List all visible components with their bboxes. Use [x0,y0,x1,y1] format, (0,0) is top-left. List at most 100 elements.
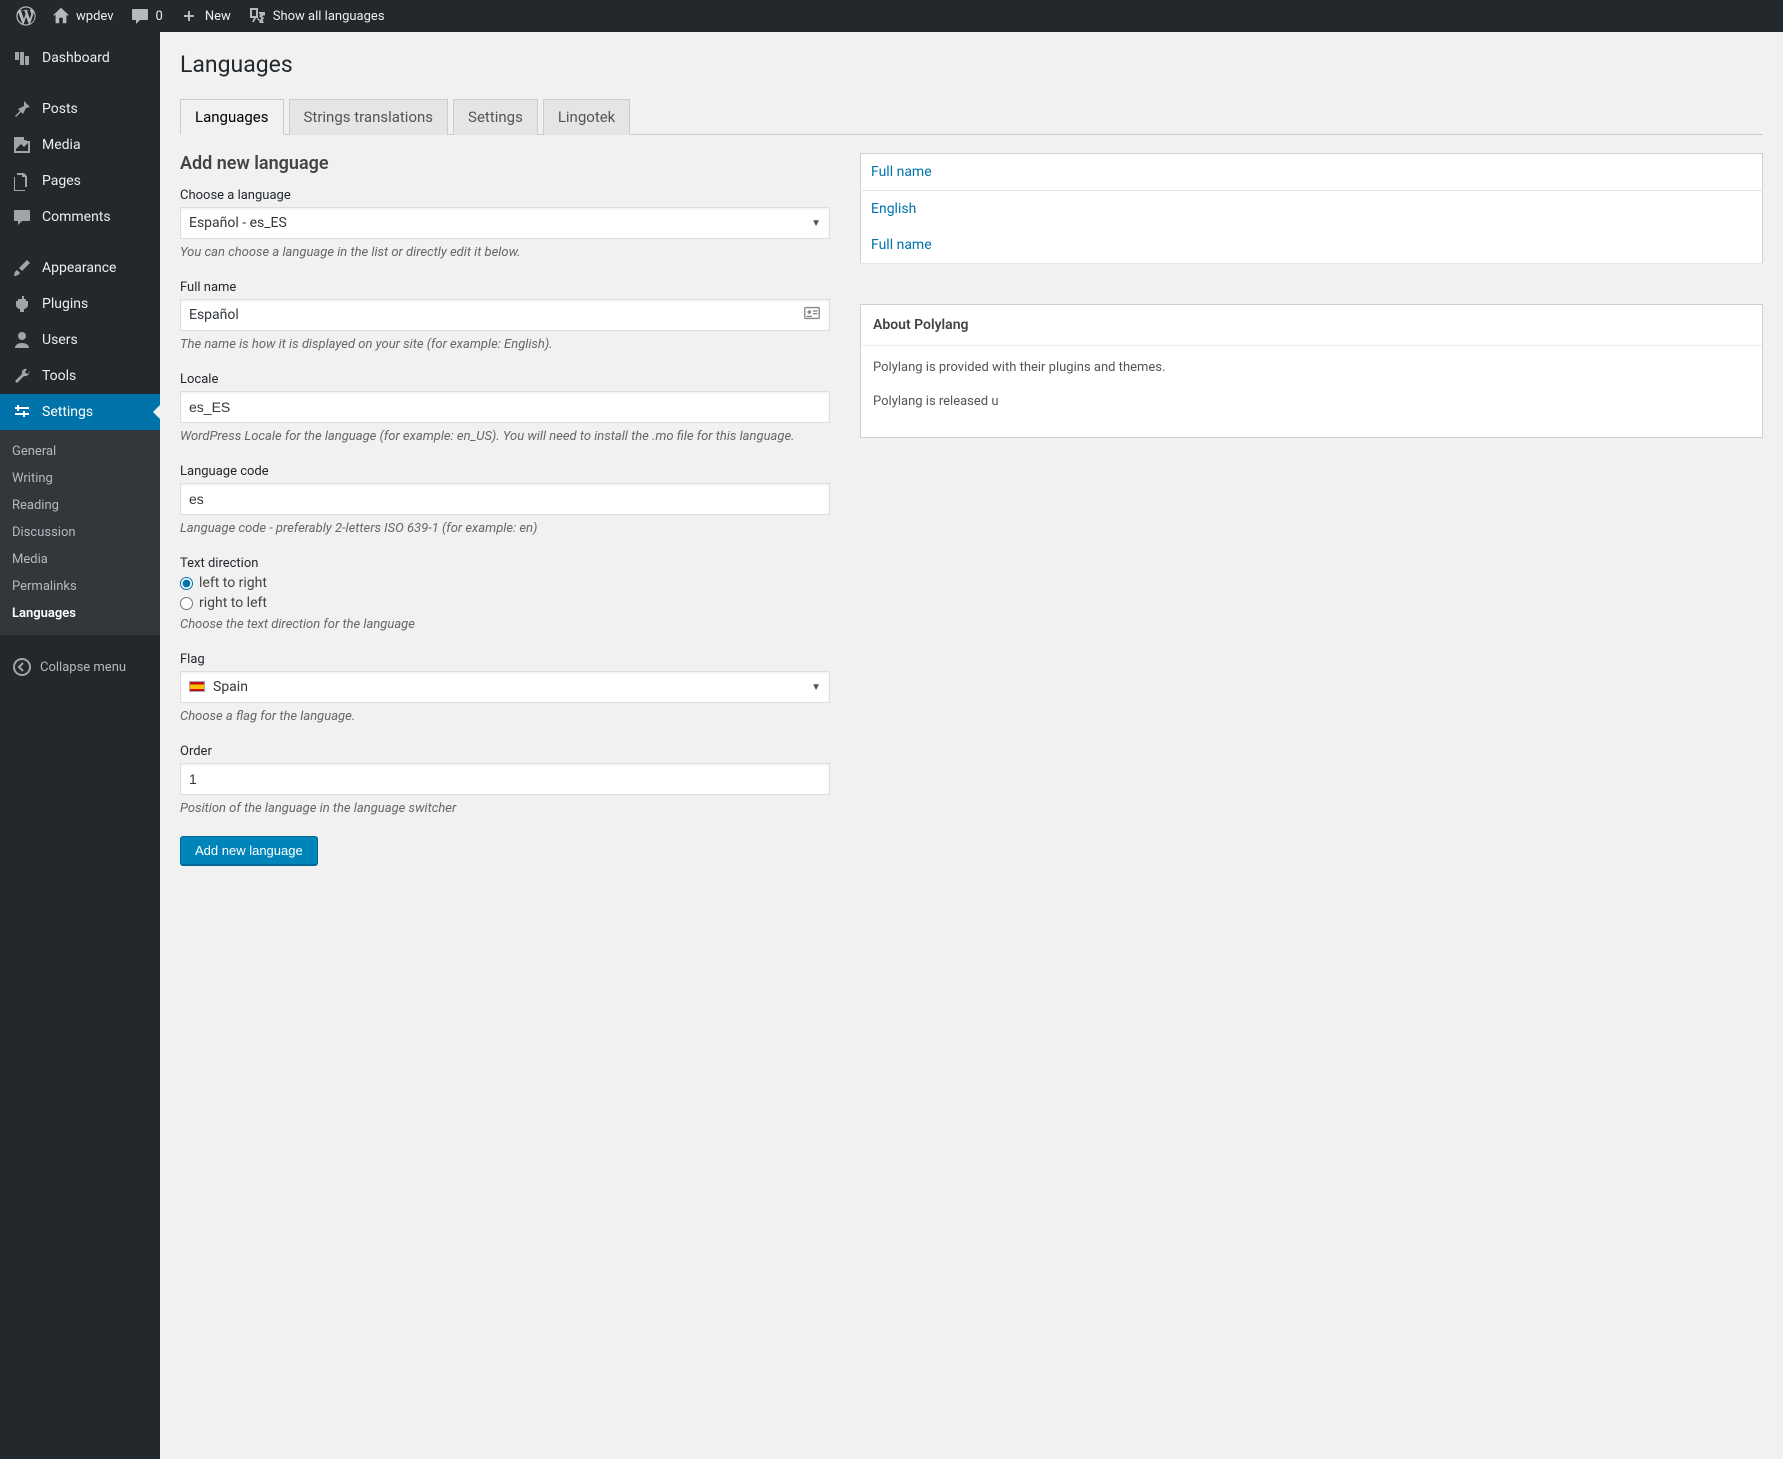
direction-help: Choose the text direction for the langua… [180,617,830,632]
plug-icon [12,294,32,314]
settings-submenu: General Writing Reading Discussion Media… [0,430,160,635]
collapse-menu[interactable]: Collapse menu [0,649,160,685]
tab-settings[interactable]: Settings [453,99,538,135]
about-title: About Polylang [861,305,1762,346]
fullname-value: Español [189,307,239,323]
menu-users[interactable]: Users [0,322,160,358]
menu-dashboard[interactable]: Dashboard [0,40,160,76]
about-p1: Polylang is provided with their plugins … [873,358,1750,378]
plus-icon [179,6,199,26]
table-row[interactable]: English [861,191,1763,228]
menu-label: Users [42,332,78,348]
comments-count: 0 [156,9,163,24]
form-heading: Add new language [180,153,830,174]
table-header-fullname[interactable]: Full name [861,154,1763,191]
sub-general[interactable]: General [0,438,160,465]
sub-permalinks[interactable]: Permalinks [0,573,160,600]
choose-language-select[interactable]: Español - es_ES ▼ [180,207,830,239]
rtl-radio[interactable] [180,597,193,610]
menu-label: Plugins [42,296,88,312]
menu-plugins[interactable]: Plugins [0,286,160,322]
order-input[interactable] [180,763,830,795]
chevron-down-icon: ▼ [811,682,821,693]
translate-icon [247,6,267,26]
flag-label: Flag [180,652,830,667]
add-language-button[interactable]: Add new language [180,836,318,865]
card-icon [803,304,821,326]
comments-link[interactable]: 0 [122,0,171,32]
sub-media[interactable]: Media [0,546,160,573]
sub-languages[interactable]: Languages [0,600,160,627]
menu-label: Dashboard [42,50,110,66]
sub-reading[interactable]: Reading [0,492,160,519]
menu-label: Appearance [42,260,116,276]
collapse-label: Collapse menu [40,660,126,675]
flag-value: Spain [189,679,248,695]
brush-icon [12,258,32,278]
user-icon [12,330,32,350]
fullname-input[interactable]: Español [180,299,830,331]
new-label: New [205,9,231,24]
show-all-label: Show all languages [273,9,385,24]
site-link[interactable]: wpdev [44,0,122,32]
about-box: About Polylang Polylang is provided with… [860,304,1763,438]
menu-label: Pages [42,173,81,189]
new-content[interactable]: New [171,0,239,32]
rtl-label: right to left [199,595,267,611]
page-title: Languages [180,42,1763,82]
locale-label: Locale [180,372,830,387]
admin-bar: wpdev 0 New Show all languages [0,0,1783,32]
sub-writing[interactable]: Writing [0,465,160,492]
nav-tabs: Languages Strings translations Settings … [180,98,1763,135]
locale-input[interactable] [180,391,830,423]
pages-icon [12,171,32,191]
direction-label: Text direction [180,556,830,571]
order-label: Order [180,744,830,759]
menu-label: Posts [42,101,78,117]
main-content: Languages Languages Strings translations… [160,32,1783,905]
show-all-languages[interactable]: Show all languages [239,0,393,32]
sub-discussion[interactable]: Discussion [0,519,160,546]
languages-table: Full name English Full name [860,153,1763,264]
tab-lingotek[interactable]: Lingotek [543,99,630,135]
about-p2: Polylang is released u [873,392,1750,412]
fullname-help: The name is how it is displayed on your … [180,337,830,352]
dashboard-icon [12,48,32,68]
tab-languages[interactable]: Languages [180,99,284,135]
fullname-label: Full name [180,280,830,295]
code-label: Language code [180,464,830,479]
menu-label: Settings [42,404,93,420]
choose-language-value: Español - es_ES [189,215,287,231]
wrench-icon [12,366,32,386]
menu-pages[interactable]: Pages [0,163,160,199]
menu-appearance[interactable]: Appearance [0,250,160,286]
site-name: wpdev [76,9,114,24]
flag-help: Choose a flag for the language. [180,709,830,724]
menu-comments[interactable]: Comments [0,199,160,235]
table-footer-fullname[interactable]: Full name [861,227,1763,264]
menu-label: Tools [42,368,76,384]
code-input[interactable] [180,483,830,515]
pin-icon [12,99,32,119]
menu-media[interactable]: Media [0,127,160,163]
comment-icon [130,6,150,26]
menu-posts[interactable]: Posts [0,91,160,127]
menu-settings[interactable]: Settings [0,394,160,430]
flag-select[interactable]: Spain ▼ [180,671,830,703]
home-icon [52,7,70,25]
spain-flag-icon [189,681,205,692]
sliders-icon [12,402,32,422]
ltr-radio[interactable] [180,577,193,590]
wp-logo[interactable] [8,0,44,32]
chevron-down-icon: ▼ [811,218,821,229]
wordpress-icon [16,6,36,26]
menu-tools[interactable]: Tools [0,358,160,394]
lang-link[interactable]: English [871,201,916,217]
tab-strings[interactable]: Strings translations [289,99,449,135]
collapse-icon [12,657,32,677]
ltr-label: left to right [199,575,267,591]
comments-icon [12,207,32,227]
menu-label: Comments [42,209,111,225]
locale-help: WordPress Locale for the language (for e… [180,429,830,444]
menu-label: Media [42,137,81,153]
